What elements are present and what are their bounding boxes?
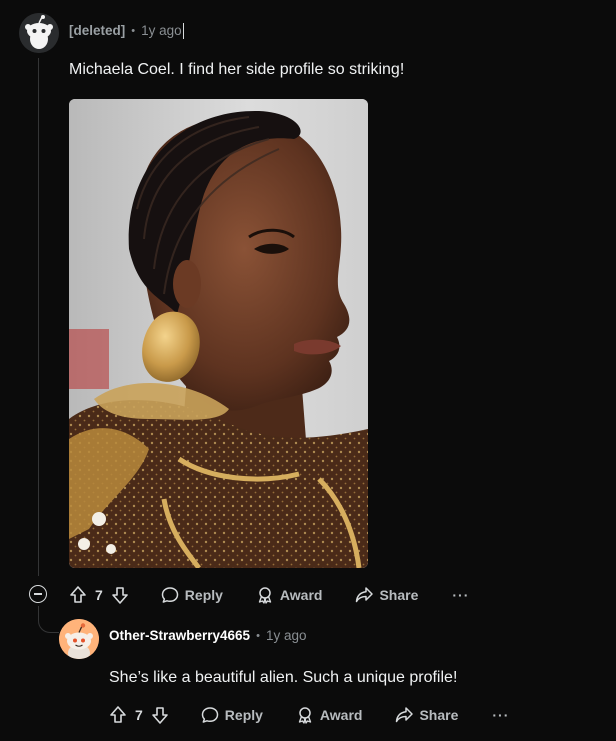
vote-controls: 7: [68, 585, 130, 605]
comment-meta: [deleted] • 1y ago: [69, 22, 184, 40]
user-avatar[interactable]: [59, 619, 99, 659]
collapse-thread-button[interactable]: [29, 585, 47, 603]
thread-line[interactable]: [38, 58, 39, 576]
comment-action-bar: 7 Reply Award Share ···: [68, 583, 469, 607]
comment-icon: [201, 707, 219, 723]
meta-separator: •: [131, 25, 136, 37]
thread-connector: [38, 606, 59, 633]
vote-count: 7: [135, 707, 143, 723]
reply-meta: Other-Strawberry4665 • 1y ago: [109, 627, 306, 645]
award-icon: [258, 587, 272, 604]
reply-label: Reply: [184, 587, 223, 603]
deleted-user-avatar: [19, 13, 59, 53]
award-button[interactable]: Award: [255, 585, 323, 605]
award-label: Award: [279, 587, 323, 603]
share-button[interactable]: Share: [394, 705, 458, 725]
award-button[interactable]: Award: [295, 705, 363, 725]
comment-author[interactable]: [deleted]: [69, 22, 125, 40]
share-label: Share: [419, 707, 459, 723]
more-options-button[interactable]: ···: [452, 587, 469, 603]
meta-separator: •: [256, 630, 260, 642]
upvote-icon[interactable]: [108, 705, 128, 725]
comment-timestamp[interactable]: 1y ago: [141, 22, 182, 40]
comment-body: She’s like a beautiful alien. Such a uni…: [109, 669, 458, 686]
share-label: Share: [379, 587, 419, 603]
comment-timestamp[interactable]: 1y ago: [266, 627, 307, 645]
reply-label: Reply: [224, 707, 263, 723]
more-options-button[interactable]: ···: [492, 707, 509, 723]
upvote-icon[interactable]: [68, 585, 88, 605]
downvote-icon[interactable]: [150, 705, 170, 725]
snoo-avatar-icon: [59, 619, 99, 659]
comment-action-bar: 7 Reply Award Share ···: [108, 703, 509, 727]
downvote-icon[interactable]: [110, 585, 130, 605]
vote-controls: 7: [108, 705, 170, 725]
award-icon: [298, 707, 312, 724]
reply-button[interactable]: Reply: [160, 585, 223, 605]
award-label: Award: [319, 707, 363, 723]
collapse-icon: [34, 593, 42, 595]
share-button[interactable]: Share: [354, 585, 418, 605]
portrait-photo: [69, 99, 368, 568]
vote-count: 7: [95, 587, 103, 603]
share-icon: [356, 587, 374, 603]
comment-image[interactable]: [69, 99, 368, 568]
share-icon: [396, 707, 414, 723]
comment-icon: [161, 587, 179, 603]
comment-thread: [deleted] • 1y ago Michaela Coel. I find…: [0, 0, 616, 741]
text-cursor: [182, 23, 184, 39]
comment-body: Michaela Coel. I find her side profile s…: [69, 61, 405, 78]
comment-author[interactable]: Other-Strawberry4665: [109, 627, 250, 645]
snoo-avatar-icon: [19, 13, 59, 53]
reply-button[interactable]: Reply: [200, 705, 263, 725]
